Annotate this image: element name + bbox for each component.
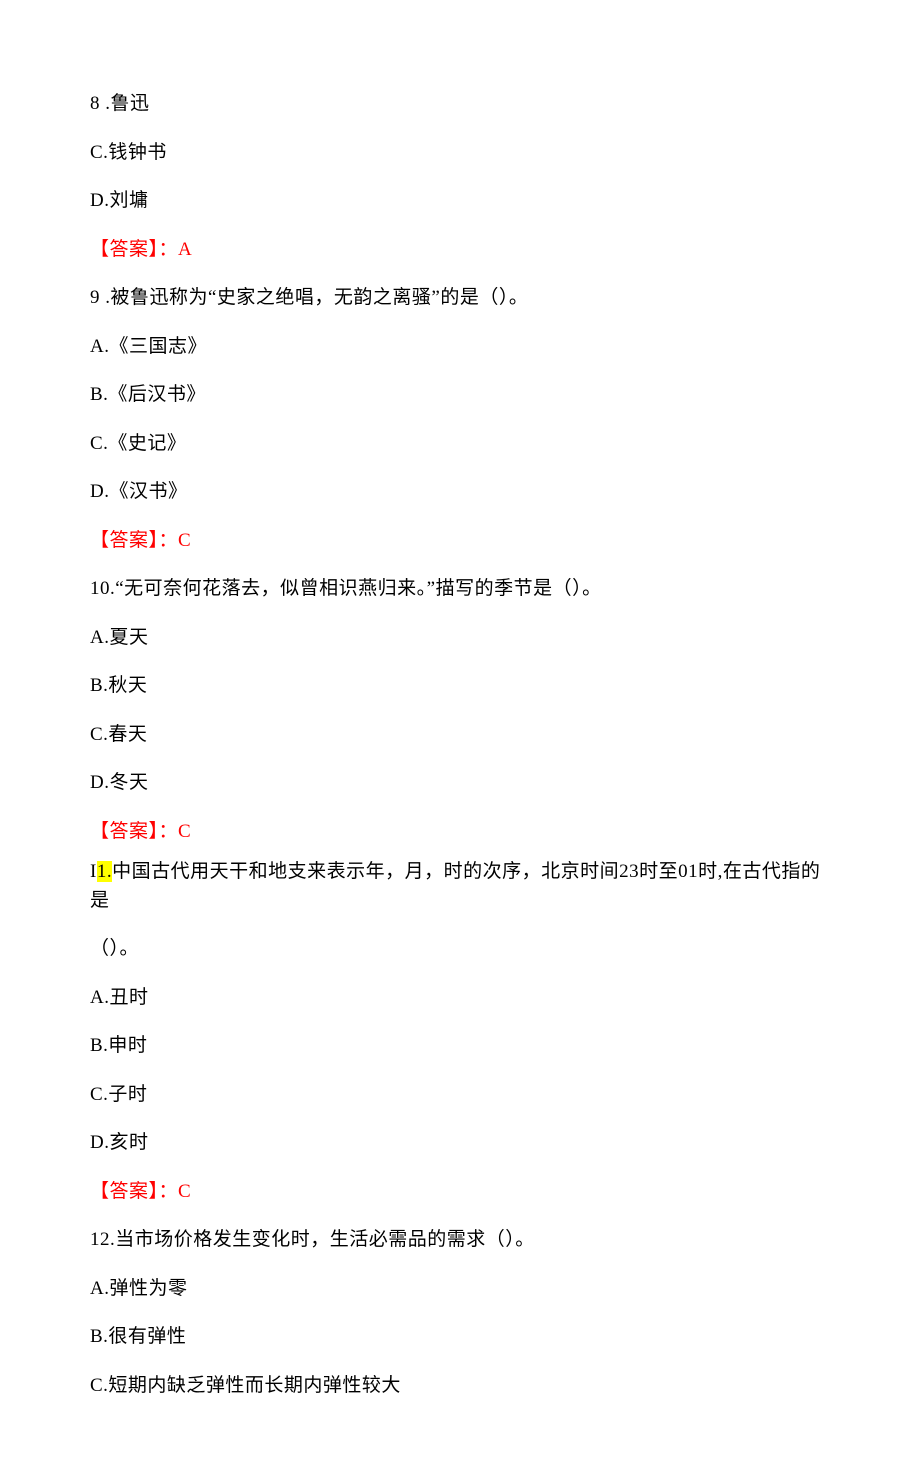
q11-option-c: C.子时: [90, 1081, 830, 1110]
q9-option-b: B.《后汉书》: [90, 381, 830, 410]
q11-option-d: D.亥时: [90, 1129, 830, 1158]
q12-option-c: C.短期内缺乏弹性而长期内弹性较大: [90, 1372, 830, 1401]
q11-stem-line1: I1.中国古代用天干和地支来表示年，月，时的次序，北京时间23时至01时,在古代…: [90, 858, 830, 915]
q9-answer: 【答案】：C: [90, 527, 830, 556]
q10-answer-value: C: [178, 821, 191, 842]
q10-answer-label: 【答案】：: [90, 821, 178, 842]
q8-answer: 【答案】：A: [90, 236, 830, 265]
q11-option-a: A.丑时: [90, 984, 830, 1013]
q9-option-c: C.《史记》: [90, 430, 830, 459]
q10-option-c: C.春天: [90, 721, 830, 750]
q10-stem: 10.“无可奈何花落去，似曾相识燕归来。”描写的季节是（）。: [90, 575, 830, 604]
q9-stem: 被鲁迅称为“史家之绝唱，无韵之离骚”的是（）。: [111, 287, 529, 308]
q8-option-d: D.刘墉: [90, 187, 830, 216]
q8-answer-label: 【答案】：: [90, 239, 178, 260]
q8-answer-value: A: [178, 239, 192, 260]
document-page: 8 .鲁迅 C.钱钟书 D.刘墉 【答案】：A 9 .被鲁迅称为“史家之绝唱，无…: [0, 0, 920, 1460]
q11-answer-value: C: [178, 1181, 191, 1202]
q12-stem: 12.当市场价格发生变化时，生活必需品的需求（）。: [90, 1226, 830, 1255]
q11-answer-label: 【答案】：: [90, 1181, 178, 1202]
q9-option-d: D.《汉书》: [90, 478, 830, 507]
q11-answer: 【答案】：C: [90, 1178, 830, 1207]
q12-option-a: A.弹性为零: [90, 1275, 830, 1304]
q9-stem-line: 9 .被鲁迅称为“史家之绝唱，无韵之离骚”的是（）。: [90, 284, 830, 313]
q9-answer-label: 【答案】：: [90, 530, 178, 551]
q10-option-a: A.夏天: [90, 624, 830, 653]
q9-answer-value: C: [178, 530, 191, 551]
q12-option-b: B.很有弹性: [90, 1323, 830, 1352]
q8-number: 8 .: [90, 90, 111, 119]
q10-option-b: B.秋天: [90, 672, 830, 701]
q8-option-b-text: 鲁迅: [111, 93, 150, 114]
q10-option-d: D.冬天: [90, 769, 830, 798]
q9-number: 9 .: [90, 284, 111, 313]
q11-option-b: B.申时: [90, 1032, 830, 1061]
q8-option-c: C.钱钟书: [90, 139, 830, 168]
q11-stem-line2: （）。: [90, 935, 830, 964]
q10-answer: 【答案】：C: [90, 818, 830, 847]
q9-option-a: A.《三国志》: [90, 333, 830, 362]
q11-stem-part1: 中国古代用天干和地支来表示年，月，时的次序，北京时间23时至01时,在古代指的是: [90, 861, 820, 911]
q8-option-b-line: 8 .鲁迅: [90, 90, 830, 119]
q11-highlight: 1.: [97, 861, 112, 882]
q11-prefix: I: [90, 861, 97, 882]
